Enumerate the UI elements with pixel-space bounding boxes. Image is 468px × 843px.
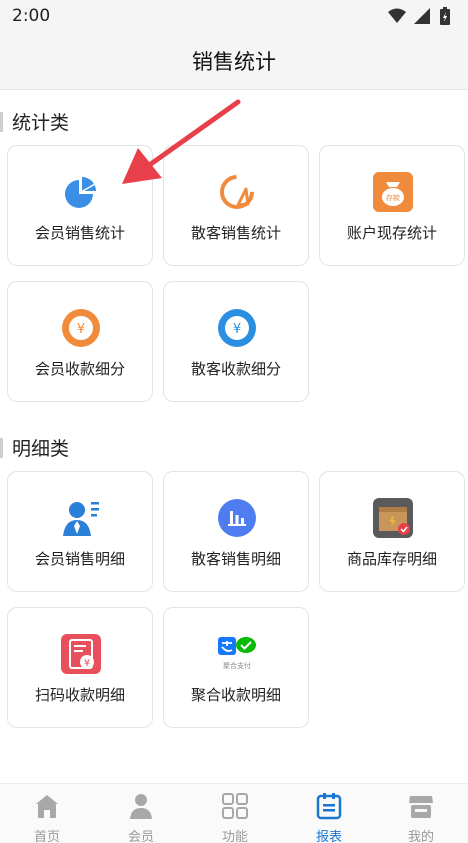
status-icons bbox=[388, 7, 450, 25]
stock-box-icon bbox=[373, 498, 413, 538]
scan-receipt-icon: ¥ bbox=[61, 634, 101, 674]
tab-mine[interactable]: 我的 bbox=[374, 784, 468, 843]
card-label: 账户现存统计 bbox=[346, 224, 437, 242]
card-label: 会员销售统计 bbox=[34, 224, 125, 242]
person-icon bbox=[130, 794, 152, 819]
card-label: 聚合收款明细 bbox=[190, 686, 281, 704]
report-icon bbox=[316, 793, 342, 820]
signal-icon bbox=[414, 8, 430, 24]
svg-text:聚合支付: 聚合支付 bbox=[223, 661, 251, 670]
page-title: 销售统计 bbox=[192, 50, 276, 74]
card-label: 商品库存明细 bbox=[346, 550, 437, 568]
battery-icon bbox=[440, 7, 450, 25]
section-title-statistics: 统计类 bbox=[0, 108, 69, 136]
card-label: 散客收款细分 bbox=[190, 360, 281, 378]
pie-chart-icon bbox=[65, 177, 96, 208]
card-walkin-sales-details[interactable]: 散客销售明细 bbox=[163, 471, 309, 592]
card-scan-payment-details[interactable]: ¥ 扫码收款明细 bbox=[7, 607, 153, 728]
tab-reports[interactable]: 报表 bbox=[282, 784, 376, 843]
svg-text:¥: ¥ bbox=[233, 322, 241, 337]
app-bar: 销售统计 bbox=[0, 32, 468, 90]
money-bag-icon: 存款 bbox=[373, 172, 413, 212]
yuan-coin-blue-icon: ¥ bbox=[218, 309, 256, 347]
bar-chart-icon bbox=[218, 499, 256, 537]
card-account-balance-stats[interactable]: 存款 账户现存统计 bbox=[319, 145, 465, 266]
store-icon bbox=[409, 796, 433, 818]
tab-home[interactable]: 首页 bbox=[0, 784, 94, 843]
tab-members[interactable]: 会员 bbox=[94, 784, 188, 843]
card-label: 会员收款细分 bbox=[34, 360, 125, 378]
card-aggregate-payment-details[interactable]: 聚合支付 聚合收款明细 bbox=[163, 607, 309, 728]
status-time: 2:00 bbox=[12, 6, 51, 26]
svg-text:¥: ¥ bbox=[84, 658, 90, 669]
tab-label: 报表 bbox=[315, 830, 342, 843]
card-member-payment-breakdown[interactable]: ¥ 会员收款细分 bbox=[7, 281, 153, 402]
yuan-coin-orange-icon: ¥ bbox=[62, 309, 100, 347]
tab-label: 功能 bbox=[221, 830, 248, 843]
wifi-icon bbox=[388, 8, 406, 23]
grid-icon bbox=[222, 793, 248, 819]
card-member-sales-stats[interactable]: 会员销售统计 bbox=[7, 145, 153, 266]
svg-text:存款: 存款 bbox=[386, 193, 400, 202]
bottom-tab-bar: 首页 会员 功能 报表 我的 bbox=[0, 783, 468, 843]
svg-text:¥: ¥ bbox=[77, 322, 85, 337]
broken-circle-icon bbox=[220, 175, 254, 209]
card-label: 散客销售明细 bbox=[190, 550, 281, 568]
aggregate-pay-icon: 聚合支付 bbox=[218, 637, 256, 670]
card-label: 散客销售统计 bbox=[190, 224, 281, 242]
section-title-details: 明细类 bbox=[0, 434, 69, 462]
card-walkin-payment-breakdown[interactable]: ¥ 散客收款细分 bbox=[163, 281, 309, 402]
tab-label: 首页 bbox=[33, 830, 60, 843]
home-icon bbox=[36, 795, 58, 818]
tab-label: 会员 bbox=[127, 830, 154, 843]
tab-label: 我的 bbox=[407, 830, 434, 843]
card-stock-details[interactable]: 商品库存明细 bbox=[319, 471, 465, 592]
card-member-sales-details[interactable]: 会员销售明细 bbox=[7, 471, 153, 592]
card-label: 扫码收款明细 bbox=[34, 686, 125, 704]
member-list-icon bbox=[63, 502, 99, 536]
tab-functions[interactable]: 功能 bbox=[188, 784, 282, 843]
card-walkin-sales-stats[interactable]: 散客销售统计 bbox=[163, 145, 309, 266]
card-label: 会员销售明细 bbox=[34, 550, 125, 568]
status-bar: 2:00 bbox=[0, 0, 468, 32]
